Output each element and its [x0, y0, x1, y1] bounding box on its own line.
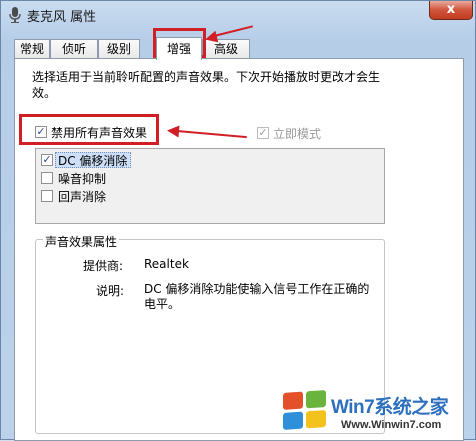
title-bar[interactable]: 麦克风 属性 x [1, 1, 476, 31]
tab-levels[interactable]: 级别 [98, 39, 140, 58]
tab-general[interactable]: 常规 [14, 39, 50, 58]
watermark-url: Www.Winwin7.com [341, 419, 442, 431]
effect-checkbox-dc-offset[interactable]: ✓ [41, 154, 53, 166]
provider-label: 提供商: [83, 259, 124, 273]
effect-label-noise-suppression[interactable]: 噪音抑制 [58, 170, 106, 187]
tab-enhancements[interactable]: 增强 [156, 37, 202, 60]
properties-window: 麦克风 属性 x 常规 侦听 级别 增强 高级 选择适用于当前聆听配置的声音效果… [0, 0, 476, 441]
effect-label-echo-cancellation[interactable]: 回声消除 [58, 188, 106, 205]
effect-properties-title: 声音效果属性 [43, 233, 120, 250]
enhancements-description: 选择适用于当前聆听配置的声音效果。下次开始播放时更改才会生效。 [32, 70, 381, 100]
watermark-brand: Win7系统之家 [331, 397, 449, 418]
annotation-arrow-checkbox-head [166, 124, 180, 138]
effect-checkbox-echo-cancellation[interactable] [41, 190, 53, 202]
window-title: 麦克风 属性 [27, 10, 97, 25]
effect-label-dc-offset[interactable]: DC 偏移消除 [58, 152, 127, 169]
description-value: DC 偏移消除功能使输入信号工作在正确的电平。 [144, 282, 370, 311]
tab-listen[interactable]: 侦听 [50, 39, 98, 58]
effect-checkbox-noise-suppression[interactable] [41, 172, 53, 184]
tab-strip: 常规 侦听 级别 增强 高级 [14, 37, 464, 60]
close-button[interactable]: x [429, 1, 473, 20]
microphone-icon [9, 7, 21, 23]
immediate-mode-checkbox[interactable]: ✓ [257, 127, 269, 139]
immediate-mode-label[interactable]: 立即模式 [273, 125, 321, 142]
provider-value: Realtek [144, 257, 189, 271]
annotation-box-disable-all [19, 114, 159, 145]
description-label: 说明: [96, 284, 125, 298]
